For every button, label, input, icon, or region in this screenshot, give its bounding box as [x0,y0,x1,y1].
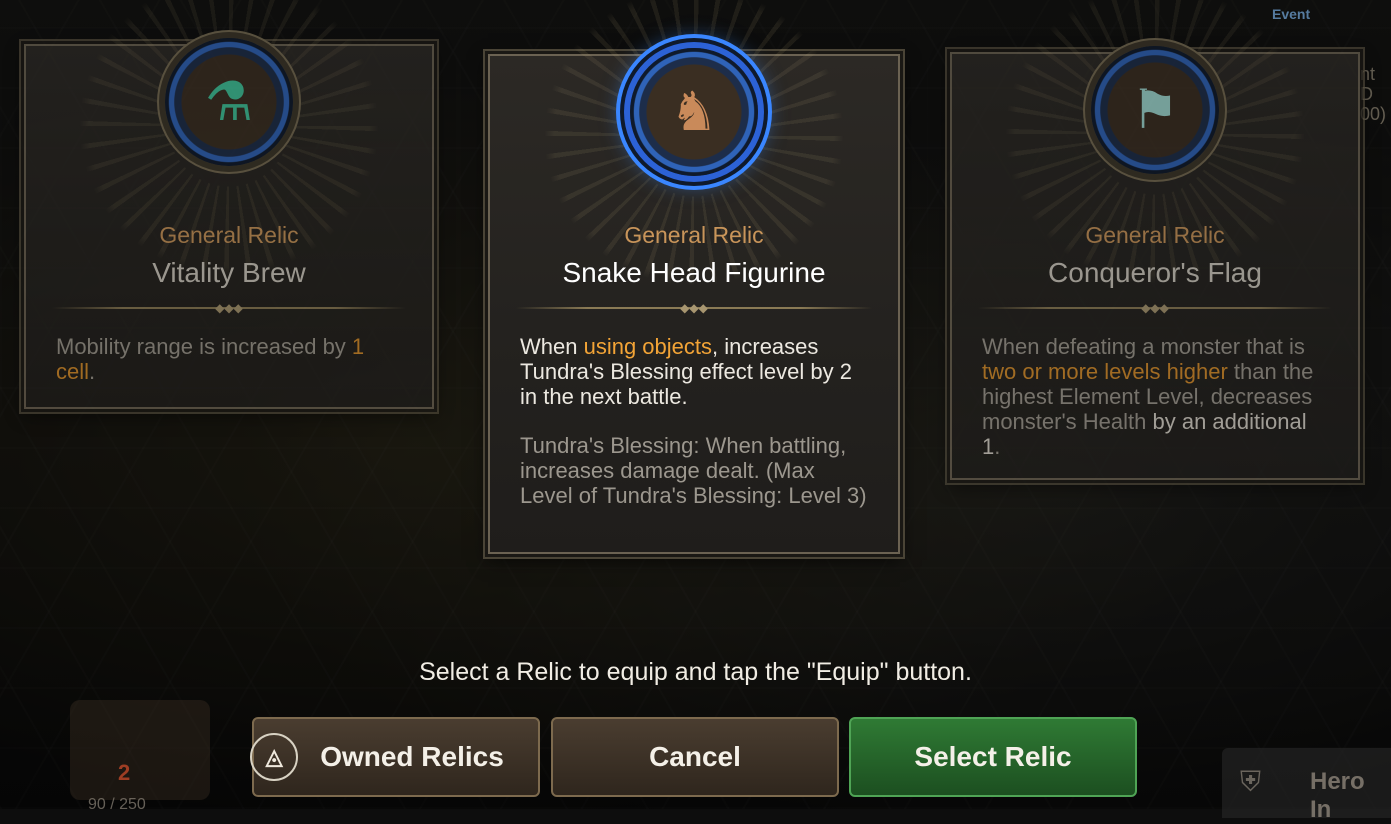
relic-name: Vitality Brew [152,257,306,288]
relic-emblem-icon: ◬ [250,733,299,781]
chest-number: 2 [118,760,131,785]
relic-name: Snake Head Figurine [562,257,826,288]
instruction-text: Select a Relic to equip and tap the "Equ… [419,658,972,686]
event-badge: Event [1272,6,1311,22]
relic-card-conquerors-flag[interactable]: ⚑ General Relic Conqueror's Flag ◆◆◆ Whe… [950,0,1360,480]
relic-medallion: ⚗ [165,38,293,166]
select-relic-button[interactable]: Select Relic [849,717,1137,797]
flag-icon: ⚑ [1130,80,1180,140]
snake-figurine-icon: ♞ [669,82,719,142]
divider-gem-icon: ◆◆◆ [680,301,708,315]
relic-subtype: General Relic [1085,222,1225,248]
chest-count: 90 / 250 [88,796,146,813]
cancel-button[interactable]: Cancel [551,717,839,797]
relic-description: Mobility range is increased by 1 cell. [56,334,365,384]
relic-name: Conqueror's Flag [1048,257,1262,288]
relic-description: When using objects, increases Tundra's B… [520,334,867,508]
divider-gem-icon: ◆◆◆ [1141,301,1169,315]
divider: ◆◆◆ [978,301,1332,315]
relic-card-vitality-brew[interactable]: ⚗ General Relic Vitality Brew ◆◆◆ Mobili… [24,0,434,409]
relic-description: When defeating a monster that is two or … [982,334,1314,459]
chest-hud [70,700,210,800]
relic-subtype: General Relic [624,222,764,248]
divider: ◆◆◆ [52,301,406,315]
relic-card-snake-head-figurine[interactable]: ♞ General Relic Snake Head Figurine ◆◆◆ … [488,0,900,554]
owned-relics-button[interactable]: ◬ Owned Relics [250,717,540,797]
relic-medallion: ⚑ [1091,46,1219,174]
hero-info-label: Hero In [1310,768,1365,823]
divider-gem-icon: ◆◆◆ [215,301,243,315]
owned-relics-label: Owned Relics [320,741,504,772]
potion-icon: ⚗ [204,72,254,132]
blessing-note: Tundra's Blessing: When battling, increa… [520,433,867,508]
side-hud-text: nt D 00) [1360,64,1387,124]
cancel-label: Cancel [649,741,741,772]
divider: ◆◆◆ [516,301,872,315]
helmet-icon: ⛨ [1240,766,1262,797]
relic-medallion-selected: ♞ [630,48,758,176]
relic-subtype: General Relic [159,222,299,248]
select-relic-label: Select Relic [914,741,1072,772]
